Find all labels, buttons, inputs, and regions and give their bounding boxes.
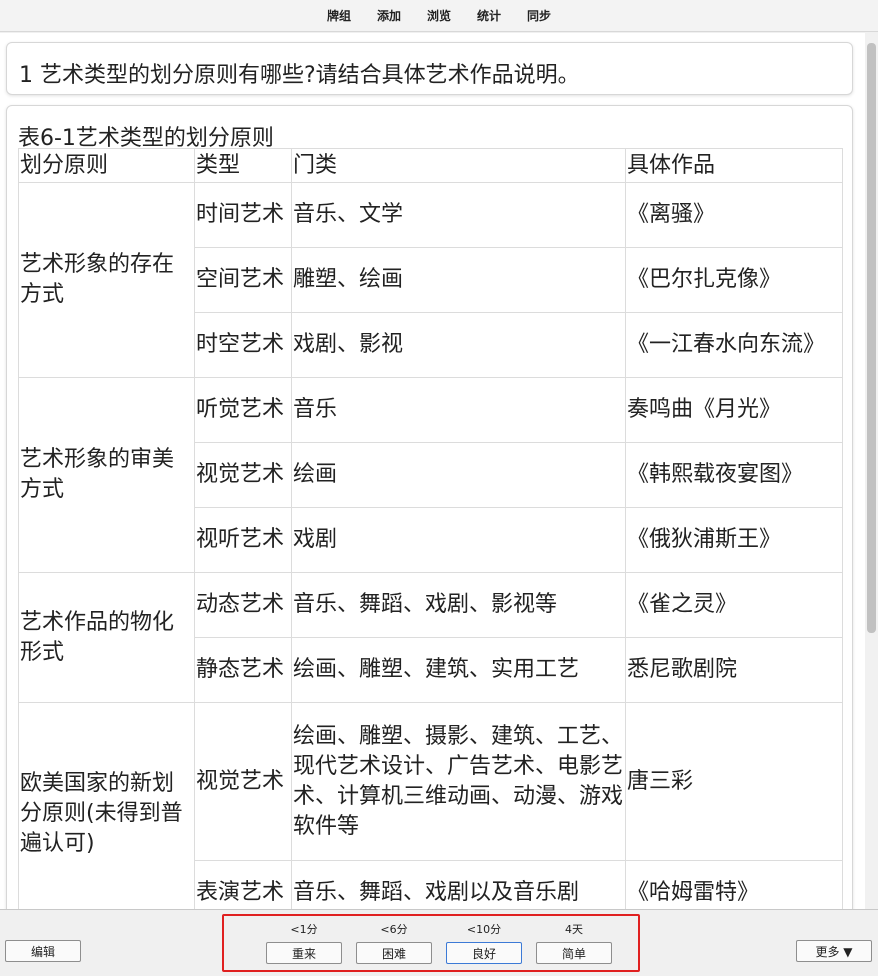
category-cell: 雕塑、绘画: [291, 247, 626, 313]
type-cell: 视听艺术: [194, 507, 292, 573]
type-cell: 视觉艺术: [194, 442, 292, 508]
table-row: 艺术形象的存在方式 时间艺术 音乐、文学 《离骚》: [18, 182, 843, 378]
card-content-area: 1 艺术类型的划分原则有哪些?请结合具体艺术作品说明。 表6-1艺术类型的划分原…: [0, 33, 865, 909]
menu-sync[interactable]: 同步: [514, 7, 564, 24]
principle-cell: 艺术形象的审美方式: [18, 377, 195, 573]
work-cell: 《离骚》: [625, 182, 843, 248]
type-cell: 时空艺术: [194, 312, 292, 378]
type-cell: 动态艺术: [194, 572, 292, 638]
question-text: 1 艺术类型的划分原则有哪些?请结合具体艺术作品说明。: [19, 63, 580, 88]
table-row: 欧美国家的新划分原则(未得到普遍认可) 视觉艺术 绘画、雕塑、摄影、建筑、工艺、…: [18, 702, 843, 909]
principle-cell: 欧美国家的新划分原则(未得到普遍认可): [18, 702, 195, 909]
more-button[interactable]: 更多 ▼: [796, 940, 872, 962]
menu-stats[interactable]: 统计: [464, 7, 514, 24]
header-category: 门类: [291, 148, 626, 183]
answer-card: 表6-1艺术类型的划分原则 划分原则 类型 门类 具体作品 艺术形象的存在方式 …: [6, 105, 853, 909]
interval-again: <1分: [290, 923, 318, 936]
header-work: 具体作品: [625, 148, 843, 183]
edit-button[interactable]: 编辑: [5, 940, 81, 962]
category-cell: 音乐: [291, 377, 626, 443]
work-cell: 悉尼歌剧院: [625, 637, 843, 703]
scrollbar-thumb[interactable]: [867, 43, 876, 633]
interval-easy: 4天: [565, 923, 583, 936]
vertical-scrollbar[interactable]: [865, 33, 878, 909]
interval-hard: <6分: [380, 923, 408, 936]
type-cell: 空间艺术: [194, 247, 292, 313]
type-cell: 听觉艺术: [194, 377, 292, 443]
work-cell: 《俄狄浦斯王》: [625, 507, 843, 573]
category-cell: 音乐、文学: [291, 182, 626, 248]
work-cell: 《哈姆雷特》: [625, 860, 843, 909]
principle-cell: 艺术形象的存在方式: [18, 182, 195, 378]
bottom-bar: 编辑 <1分 <6分 <10分 4天 重来 困难 良好 简单 更多 ▼: [0, 909, 878, 976]
hard-button[interactable]: 困难: [356, 942, 432, 964]
category-cell: 绘画: [291, 442, 626, 508]
table-row: 艺术作品的物化形式 动态艺术 音乐、舞蹈、戏剧、影视等 《雀之灵》: [18, 572, 843, 703]
category-cell: 绘画、雕塑、摄影、建筑、工艺、现代艺术设计、广告艺术、电影艺术、计算机三维动画、…: [291, 702, 626, 861]
easy-button[interactable]: 简单: [536, 942, 612, 964]
principle-cell: 艺术作品的物化形式: [18, 572, 195, 703]
type-cell: 时间艺术: [194, 182, 292, 248]
type-cell: 静态艺术: [194, 637, 292, 703]
work-cell: 奏鸣曲《月光》: [625, 377, 843, 443]
menu-decks[interactable]: 牌组: [314, 7, 364, 24]
category-cell: 音乐、舞蹈、戏剧、影视等: [291, 572, 626, 638]
table-header-row: 划分原则 类型 门类 具体作品: [18, 148, 843, 183]
menu-add[interactable]: 添加: [364, 7, 414, 24]
work-cell: 《一江春水向东流》: [625, 312, 843, 378]
category-cell: 绘画、雕塑、建筑、实用工艺: [291, 637, 626, 703]
work-cell: 《韩熙载夜宴图》: [625, 442, 843, 508]
again-button[interactable]: 重来: [266, 942, 342, 964]
question-card: 1 艺术类型的划分原则有哪些?请结合具体艺术作品说明。: [6, 42, 853, 95]
menu-browse[interactable]: 浏览: [414, 7, 464, 24]
interval-good: <10分: [466, 923, 502, 936]
header-principle: 划分原则: [18, 148, 195, 183]
top-toolbar: 牌组 添加 浏览 统计 同步: [0, 0, 878, 32]
work-cell: 唐三彩: [625, 702, 843, 861]
category-cell: 音乐、舞蹈、戏剧以及音乐剧: [291, 860, 626, 909]
type-cell: 表演艺术: [194, 860, 292, 909]
category-cell: 戏剧、影视: [291, 312, 626, 378]
good-button[interactable]: 良好: [446, 942, 522, 964]
work-cell: 《巴尔扎克像》: [625, 247, 843, 313]
category-cell: 戏剧: [291, 507, 626, 573]
header-type: 类型: [194, 148, 292, 183]
table-row: 艺术形象的审美方式 听觉艺术 音乐 奏鸣曲《月光》: [18, 377, 843, 573]
work-cell: 《雀之灵》: [625, 572, 843, 638]
art-types-table: 划分原则 类型 门类 具体作品 艺术形象的存在方式 时间艺术 音乐、文学 《离骚…: [18, 148, 843, 909]
type-cell: 视觉艺术: [194, 702, 292, 861]
